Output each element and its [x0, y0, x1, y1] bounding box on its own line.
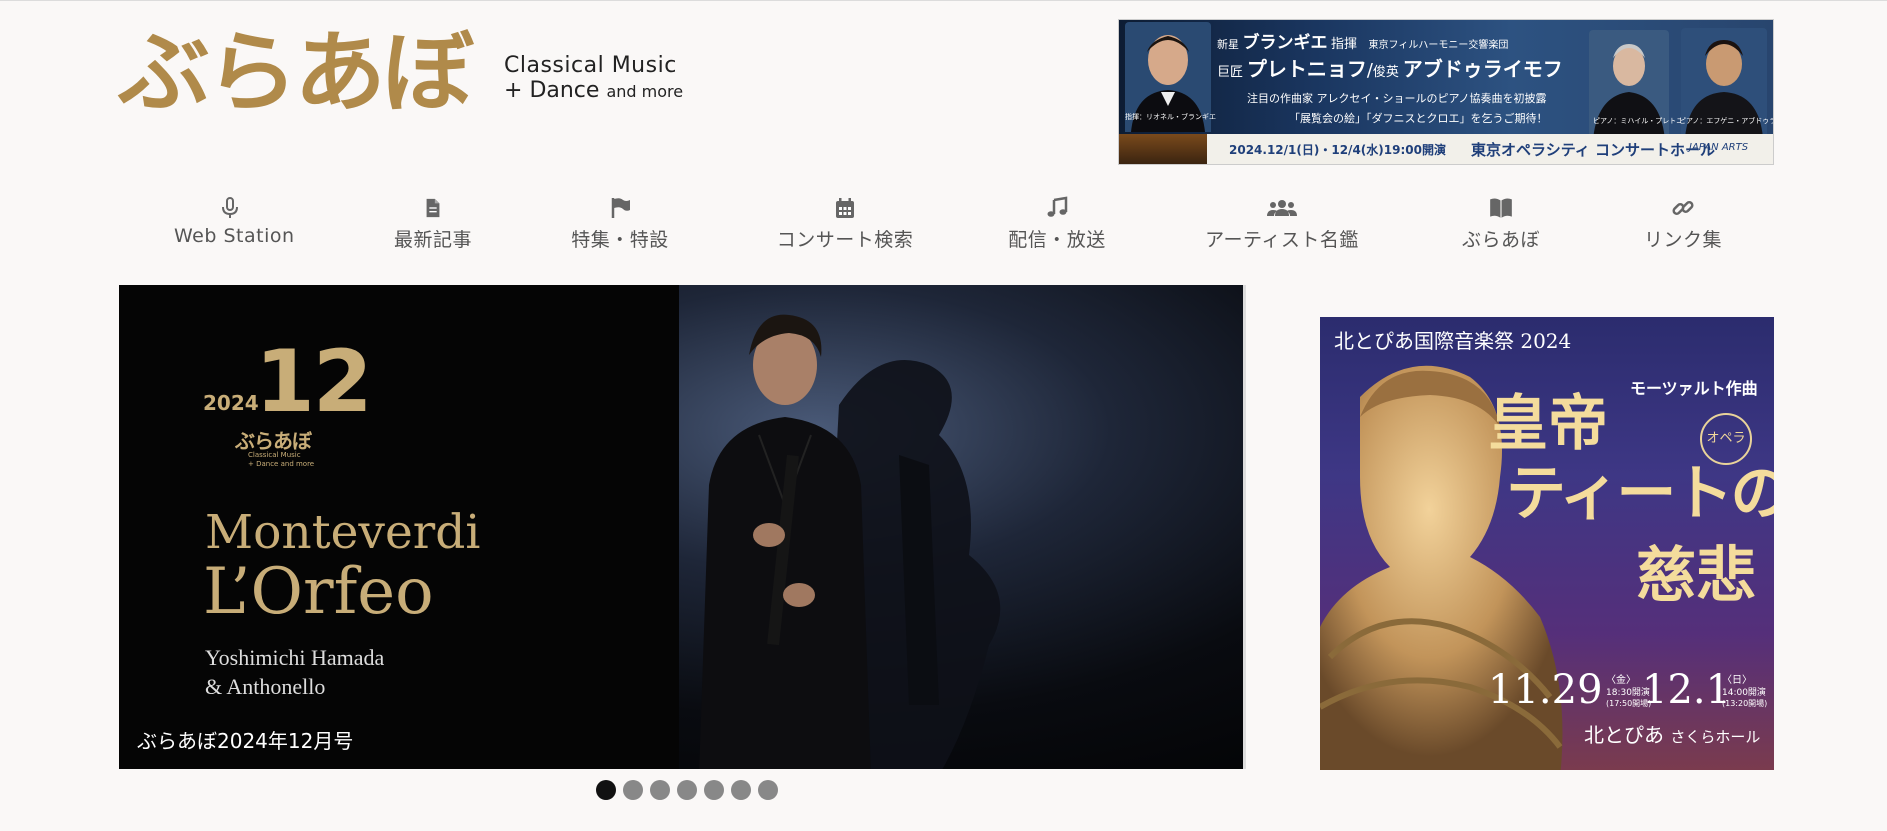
logo-tagline-line1: Classical Music — [504, 53, 677, 78]
opera-title-3: 慈悲 — [1636, 541, 1756, 611]
nav-label: ぶらあぼ — [1461, 229, 1540, 251]
nav-item-streaming[interactable]: 配信・放送 — [1002, 193, 1112, 252]
banner-line1-small: 新星 — [1217, 38, 1239, 51]
banner-line2-name-a: プレトニョフ — [1246, 57, 1367, 81]
nav-item-links[interactable]: リンク集 — [1638, 193, 1728, 252]
issue-mini-tagline: Classical Music + Dance and more — [248, 451, 314, 469]
banner-footer: 2024.12/1(日)・12/4(水)19:00開演 東京オペラシティ コンサ… — [1119, 134, 1773, 164]
date-1-day: 〈金〉 — [1606, 675, 1636, 686]
banner-venue: 東京オペラシティ コンサートホール — [1471, 141, 1716, 159]
nav-label: 最新記事 — [393, 229, 472, 251]
date-2-time: 14:00開演 — [1722, 688, 1766, 698]
microphone-icon — [222, 197, 238, 218]
document-icon — [426, 198, 440, 218]
hero-performer: Yoshimichi Hamada — [205, 645, 385, 670]
users-icon — [1267, 200, 1297, 216]
logo-tagline-more: and more — [606, 82, 684, 101]
nav-item-burabo[interactable]: ぶらあぼ — [1456, 193, 1546, 252]
nav-label: 特集・特設 — [571, 229, 669, 251]
banner-line4: 「展覧会の絵」「ダフニスとクロエ」を乞うご期待！ — [1289, 112, 1548, 125]
site-logo[interactable]: ぶらあぼ Classical Music + Dance and more — [118, 27, 683, 119]
banner-line2-a: 巨匠 — [1217, 65, 1244, 80]
slider-dot[interactable] — [650, 780, 670, 800]
logo-tagline: Classical Music + Dance and more — [504, 53, 683, 103]
date-2-door: (13:20開場) — [1722, 699, 1768, 708]
banner-dates: 2024.12/1(日)・12/4(水)19:00開演 — [1229, 143, 1446, 157]
banner-line2: 巨匠 プレトニョフ/俊英 アブドゥライモフ — [1217, 53, 1563, 82]
nav-item-web-station[interactable]: Web Station — [174, 193, 295, 247]
issue-mini-tagline-1: Classical Music — [248, 451, 301, 459]
flag-icon — [611, 198, 630, 218]
link-icon — [1672, 200, 1694, 216]
banner-line3: 注目の作曲家 アレクセイ・ショールのピアノ協奏曲を初披露 — [1247, 92, 1547, 105]
venue: 北とぴあ さくらホール — [1584, 719, 1760, 748]
hero-slide[interactable]: 2024 12 ぶらあぼ Classical Music + Dance and … — [119, 285, 1246, 769]
main-nav: Web Station 最新記事 特集・特設 コンサート検索 配信・放送 アーテ… — [140, 193, 1770, 257]
side-banner-ad[interactable]: 北とぴあ国際音楽祭 2024 モーツァルト作曲 オペラ 皇帝 ティートの 慈悲 … — [1320, 317, 1774, 770]
banner-caption-conductor: 指揮：リオネル・ブランギエ — [1125, 113, 1216, 121]
opera-title-2: ティートの — [1506, 459, 1774, 529]
slider-dot[interactable] — [596, 780, 616, 800]
slider-dot[interactable] — [731, 780, 751, 800]
logo-mark: ぶらあぼ — [118, 21, 474, 124]
slider-dot[interactable] — [677, 780, 697, 800]
slider-dot[interactable] — [623, 780, 643, 800]
logo-tagline-dance: + Dance — [504, 78, 600, 103]
composer-credit: モーツァルト作曲 — [1630, 379, 1758, 398]
nav-item-latest-articles[interactable]: 最新記事 — [383, 193, 483, 252]
date-2: 12.1 — [1642, 667, 1732, 713]
venue-hall: さくらホール — [1670, 728, 1761, 746]
banner-caption-pianist-2: ピアノ：エフゲニ・アブドゥライモフ — [1679, 117, 1773, 125]
date-1: 11.29 — [1488, 667, 1603, 713]
hero-caption: ぶらあぼ2024年12月号 — [137, 729, 354, 753]
orchestra-photo — [1119, 134, 1207, 164]
music-note-icon — [1047, 196, 1068, 217]
issue-year: 2024 — [203, 391, 259, 415]
performer-photo — [699, 314, 1001, 769]
nav-item-features[interactable]: 特集・特設 — [565, 193, 675, 252]
issue-mini-tagline-2: + Dance and more — [248, 460, 315, 468]
top-banner-ad[interactable]: 新星 ブランギエ 指揮 東京フィルハーモニー交響楽団 巨匠 プレトニョフ/俊英 … — [1118, 19, 1774, 165]
banner-line2-b: 俊英 — [1372, 65, 1399, 80]
banner-presenter: JAPAN ARTS — [1689, 142, 1749, 153]
hero-title-composer: Monteverdi — [205, 505, 481, 560]
calendar-icon — [836, 198, 854, 218]
logo-tagline-line2: + Dance and more — [504, 78, 683, 103]
book-icon — [1490, 198, 1512, 218]
date-2-day: 〈日〉 — [1722, 675, 1752, 686]
venue-name: 北とぴあ — [1584, 723, 1664, 747]
slider-pagination — [596, 780, 778, 800]
nav-item-artist-directory[interactable]: アーティスト名鑑 — [1202, 193, 1362, 252]
banner-line1: 新星 ブランギエ 指揮 東京フィルハーモニー交響楽団 — [1217, 28, 1508, 53]
nav-label: リンク集 — [1643, 229, 1722, 251]
banner-line1-role: 指揮 — [1331, 37, 1358, 52]
nav-label: Web Station — [174, 225, 295, 247]
issue-month: 12 — [255, 332, 373, 432]
nav-label: コンサート検索 — [776, 229, 914, 251]
banner-line1-name: ブランギエ — [1242, 33, 1328, 53]
hero-title-work: L’Orfeo — [203, 555, 434, 629]
festival-name: 北とぴあ国際音楽祭 2024 — [1334, 329, 1572, 353]
nav-item-concert-search[interactable]: コンサート検索 — [770, 193, 920, 252]
issue-mini-logo: ぶらあぼ — [235, 429, 312, 453]
banner-line1-org: 東京フィルハーモニー交響楽団 — [1368, 40, 1509, 51]
nav-label: 配信・放送 — [1008, 229, 1106, 251]
nav-label: アーティスト名鑑 — [1205, 229, 1359, 251]
hero-ensemble: & Anthonello — [205, 674, 326, 699]
slider-dot[interactable] — [758, 780, 778, 800]
slider-dot[interactable] — [704, 780, 724, 800]
banner-line2-name-b: アブドゥライモフ — [1402, 57, 1563, 81]
